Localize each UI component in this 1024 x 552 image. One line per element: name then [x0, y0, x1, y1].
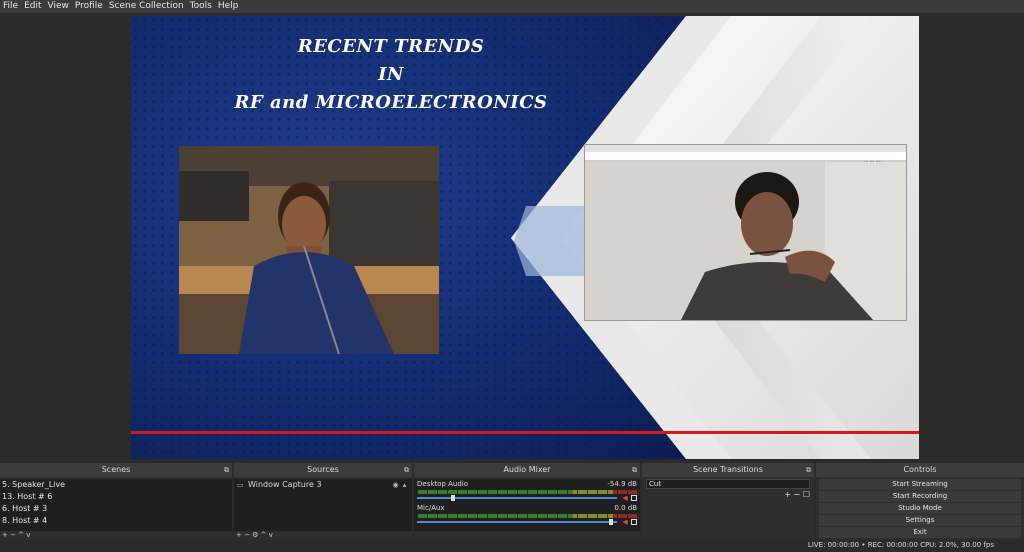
controls-dock-header[interactable]: Controls [816, 463, 1024, 477]
menu-bar: File Edit View Profile Scene Collection … [0, 0, 1024, 13]
obs-window: File Edit View Profile Scene Collection … [0, 0, 1024, 552]
menu-scene-collection[interactable]: Scene Collection [106, 0, 187, 13]
volume-meter [417, 490, 637, 494]
audio-mixer-dock: Audio Mixer ⧉ Desktop Audio -54.9 dB ◀ M… [414, 463, 640, 539]
menu-profile[interactable]: Profile [72, 0, 106, 13]
mixer-channel-mic-aux: Mic/Aux 0.0 dB ◀ [414, 503, 640, 527]
remote-window-capture: 12:51 PM [584, 144, 907, 321]
channel-db-readout: -54.9 dB [607, 480, 637, 488]
sources-toolbar[interactable]: + − ⚙ ^ v [234, 531, 412, 539]
browser-address-bar [585, 152, 906, 160]
status-text: LIVE: 00:00:00 • REC: 00:00:00 CPU: 2.0%… [807, 541, 994, 549]
dock-area: Scenes ⧉ 5. Speaker_Live 13. Host # 6 6.… [0, 463, 1024, 539]
window-capture-icon: ▭ [237, 481, 244, 489]
scene-transitions-dock-header[interactable]: Scene Transitions ⧉ [642, 463, 814, 477]
scene-item[interactable]: 5. Speaker_Live [0, 479, 232, 491]
menu-tools[interactable]: Tools [187, 0, 215, 13]
channel-name: Mic/Aux [417, 504, 445, 512]
channel-db-readout: 0.0 dB [614, 504, 637, 512]
speaker-mute-icon[interactable]: ◀ [621, 518, 629, 526]
sources-dock-header[interactable]: Sources ⧉ [234, 463, 412, 477]
start-streaming-button[interactable]: Start Streaming [819, 479, 1021, 490]
speaker-camera-feed [179, 146, 439, 354]
lock-icon[interactable]: ▴ [400, 479, 409, 491]
exit-button[interactable]: Exit [819, 527, 1021, 538]
transition-add-remove-buttons[interactable]: + − ☐ [784, 490, 810, 499]
menu-help[interactable]: Help [215, 0, 242, 13]
undock-icon[interactable]: ⧉ [806, 463, 811, 477]
slide-title-line-2: IN [378, 64, 404, 85]
scene-item[interactable]: 8. Host # 4 [0, 515, 232, 527]
volume-fader[interactable] [417, 519, 617, 525]
scenes-dock: Scenes ⧉ 5. Speaker_Live 13. Host # 6 6.… [0, 463, 232, 539]
speaker-mute-icon[interactable]: ◀ [621, 494, 629, 502]
menu-view[interactable]: View [45, 0, 72, 13]
scene-item[interactable]: 6. Host # 3 [0, 503, 232, 515]
sources-dock-title: Sources [307, 465, 339, 474]
menu-edit[interactable]: Edit [21, 0, 44, 13]
volume-meter [417, 514, 637, 518]
browser-tab-strip [585, 145, 906, 152]
scenes-toolbar[interactable]: + − ^ v [0, 531, 232, 539]
scenes-list: 5. Speaker_Live 13. Host # 6 6. Host # 3… [0, 479, 232, 531]
preview-canvas[interactable]: RECENT TRENDS IN RF and MICROELECTRONICS [131, 16, 919, 459]
scene-item[interactable]: 13. Host # 6 [0, 491, 232, 503]
status-bar: LIVE: 00:00:00 • REC: 00:00:00 CPU: 2.0%… [0, 539, 1024, 552]
channel-config-icon[interactable] [631, 495, 637, 501]
speaker-video-image [179, 146, 439, 354]
fader-handle[interactable] [609, 519, 613, 525]
remote-speaker-video-image [585, 162, 906, 320]
undock-icon[interactable]: ⧉ [224, 463, 229, 477]
preview-area: RECENT TRENDS IN RF and MICROELECTRONICS [0, 13, 1024, 463]
slide-red-divider [131, 431, 919, 434]
settings-button[interactable]: Settings [819, 515, 1021, 526]
channel-name: Desktop Audio [417, 480, 468, 488]
slide-title-line-1: RECENT TRENDS [297, 36, 485, 57]
volume-fader[interactable] [417, 495, 617, 501]
audio-mixer-body: Desktop Audio -54.9 dB ◀ Mic/Aux 0.0 dB … [414, 479, 640, 531]
mixer-channel-desktop-audio: Desktop Audio -54.9 dB ◀ [414, 479, 640, 503]
visibility-eye-icon[interactable]: ◉ [391, 479, 400, 491]
source-item-label: Window Capture 3 [248, 480, 322, 489]
scene-transitions-dock: Scene Transitions ⧉ Cut + − ☐ [642, 463, 814, 539]
source-item[interactable]: ▭ Window Capture 3 ◉ ▴ [234, 479, 412, 491]
scenes-dock-header[interactable]: Scenes ⧉ [0, 463, 232, 477]
sources-dock: Sources ⧉ ▭ Window Capture 3 ◉ ▴ + − ⚙ ^… [234, 463, 412, 539]
sources-list: ▭ Window Capture 3 ◉ ▴ [234, 479, 412, 531]
scenes-dock-title: Scenes [101, 465, 131, 474]
undock-icon[interactable]: ⧉ [404, 463, 409, 477]
start-recording-button[interactable]: Start Recording [819, 491, 1021, 502]
controls-dock: Controls Start Streaming Start Recording… [816, 463, 1024, 539]
slide-title-line-3: RF and MICROELECTRONICS [234, 92, 548, 113]
channel-config-icon[interactable] [631, 519, 637, 525]
scene-transitions-dock-title: Scene Transitions [693, 465, 763, 474]
audio-mixer-dock-header[interactable]: Audio Mixer ⧉ [414, 463, 640, 477]
undock-icon[interactable]: ⧉ [632, 463, 637, 477]
studio-mode-button[interactable]: Studio Mode [819, 503, 1021, 514]
audio-mixer-dock-title: Audio Mixer [503, 465, 551, 474]
transition-select[interactable]: Cut [646, 479, 810, 489]
controls-dock-title: Controls [903, 465, 937, 474]
fader-handle[interactable] [451, 495, 455, 501]
menu-file[interactable]: File [0, 0, 21, 13]
